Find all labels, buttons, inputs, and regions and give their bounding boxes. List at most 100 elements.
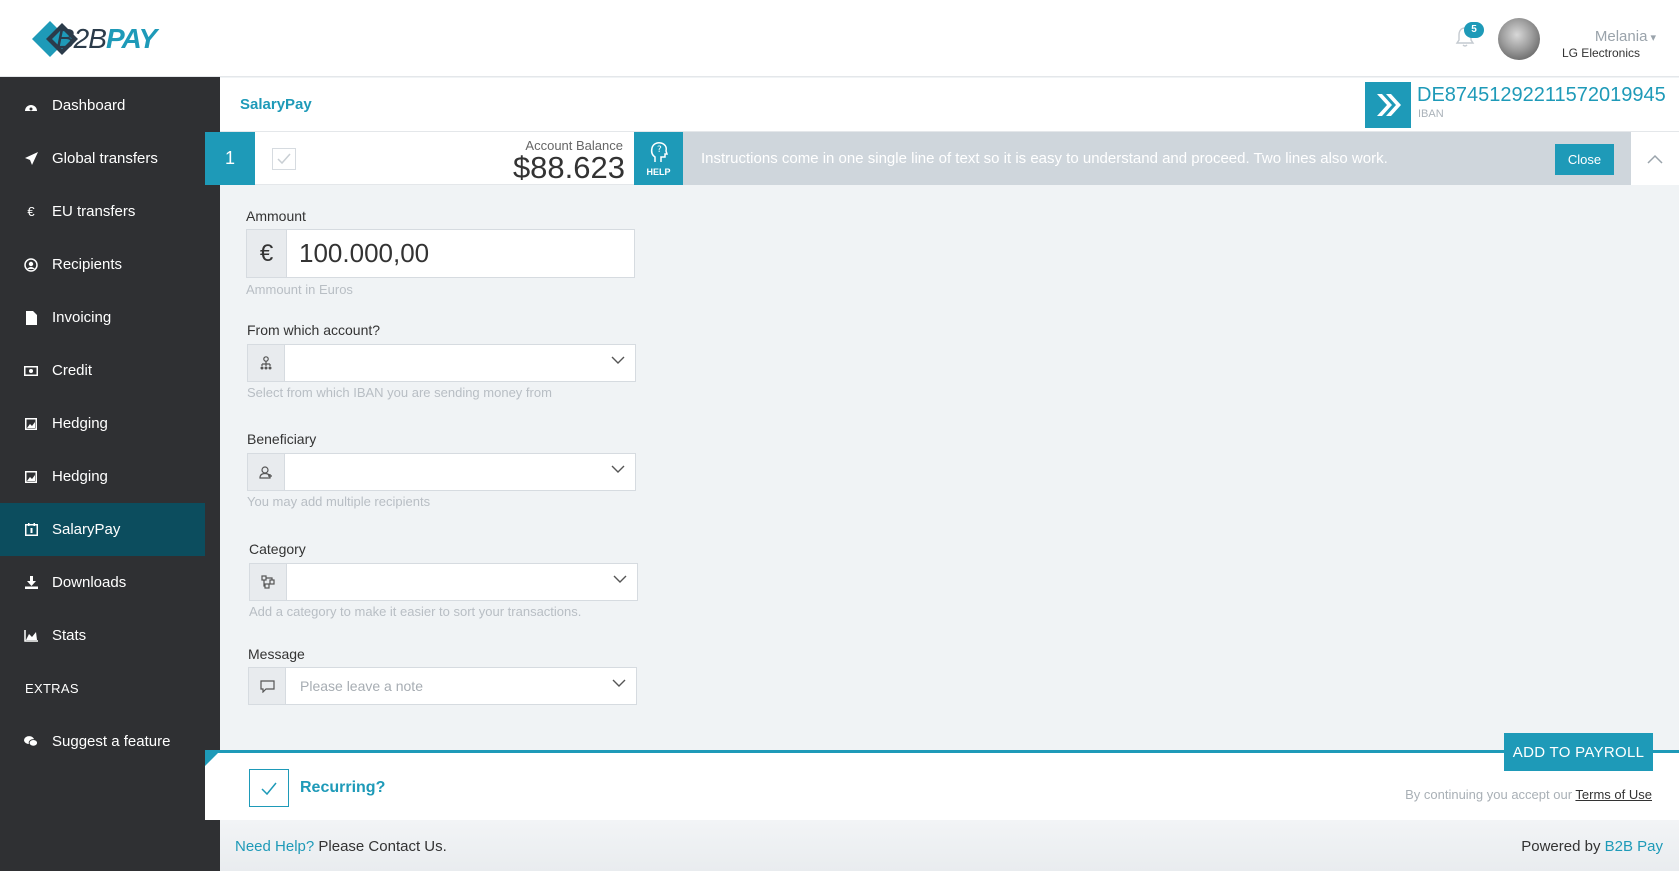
step-strip: 1 Account Balance $88.623 ? HELP Instruc…	[205, 132, 1679, 185]
step-number: 1	[205, 132, 255, 185]
terms-prefix: By continuing you accept our	[1405, 787, 1573, 802]
user-company: LG Electronics	[1561, 46, 1640, 60]
account-select[interactable]	[247, 344, 636, 382]
head-question-icon: ?	[650, 141, 668, 162]
page-bar: SalaryPay DE87451292211572019945 IBAN	[220, 78, 1679, 132]
comment-icon	[249, 668, 286, 704]
category-label: Category	[249, 541, 306, 557]
sidebar-item-label: Global transfers	[52, 150, 158, 167]
sidebar-item-hedging-2[interactable]: Hedging	[0, 450, 205, 503]
iban-number: DE87451292211572019945	[1417, 84, 1666, 106]
chevron-down-icon	[611, 356, 625, 364]
category-help: Add a category to make it easier to sort…	[249, 604, 582, 619]
message-field[interactable]: Please leave a note	[248, 667, 637, 705]
message-placeholder: Please leave a note	[300, 678, 423, 694]
amount-label: Ammount	[246, 208, 306, 224]
image-icon	[24, 417, 38, 431]
user-circle-icon	[24, 257, 38, 272]
beneficiary-label: Beneficiary	[247, 431, 317, 447]
beneficiary-select[interactable]	[247, 453, 636, 491]
footer-help: Need Help? Please Contact Us.	[235, 838, 447, 855]
top-header: B2BPAY 5 Melania LG Electronics	[0, 0, 1679, 77]
sidebar-item-global-transfers[interactable]: Global transfers	[0, 132, 205, 185]
sidebar-item-label: SalaryPay	[52, 521, 121, 538]
footer-powered: Powered by B2B Pay	[1521, 838, 1663, 855]
logo-text: B2BPAY	[56, 23, 157, 54]
chevron-down-icon	[612, 679, 626, 687]
help-button[interactable]: ? HELP	[634, 132, 683, 185]
euro-icon: €	[247, 230, 287, 277]
b2bpay-logo[interactable]: B2BPAY	[28, 10, 198, 68]
account-label: From which account?	[247, 322, 381, 338]
sidebar-item-label: Credit	[52, 362, 93, 379]
sidebar-item-dashboard[interactable]: Dashboard	[0, 79, 205, 132]
calendar-icon	[24, 523, 38, 537]
dashboard-icon	[24, 99, 38, 113]
collapse-toggle[interactable]	[1631, 132, 1679, 185]
sidebar-item-label: EU transfers	[52, 203, 136, 220]
category-select-value[interactable]	[287, 564, 637, 600]
message-input[interactable]: Please leave a note	[286, 668, 636, 704]
need-help-link[interactable]: Need Help?	[235, 838, 314, 855]
sidebar-item-label: Hedging	[52, 415, 108, 432]
chevron-up-icon	[1647, 154, 1663, 164]
image-icon	[24, 470, 38, 484]
terms-link[interactable]: Terms of Use	[1575, 787, 1652, 802]
sidebar-item-downloads[interactable]: Downloads	[0, 556, 205, 609]
contact-text: Please Contact Us.	[318, 838, 447, 855]
area-chart-icon	[24, 629, 38, 643]
money-icon	[24, 364, 38, 378]
recurring-label[interactable]: Recurring?	[300, 779, 385, 797]
instructions-text: Instructions come in one single line of …	[701, 150, 1388, 167]
sidebar-item-invoicing[interactable]: Invoicing	[0, 291, 205, 344]
category-tree-icon	[250, 564, 287, 600]
file-icon	[24, 310, 38, 325]
account-select-value[interactable]	[285, 345, 635, 381]
sidebar-item-label: Hedging	[52, 468, 108, 485]
sidebar-item-suggest-feature[interactable]: Suggest a feature	[0, 715, 205, 768]
chevron-down-icon	[613, 575, 627, 583]
beneficiary-help: You may add multiple recipients	[247, 494, 431, 509]
fold-corner	[205, 752, 219, 766]
sidebar-item-stats[interactable]: Stats	[0, 609, 205, 662]
chevron-down-icon	[611, 465, 625, 473]
sidebar-item-recipients[interactable]: Recipients	[0, 238, 205, 291]
category-select[interactable]	[249, 563, 638, 601]
sidebar: Dashboard Global transfers € EU transfer…	[0, 77, 220, 871]
iban-logo	[1365, 82, 1411, 128]
step-checkbox[interactable]	[272, 148, 296, 170]
sidebar-item-label: Invoicing	[52, 309, 112, 326]
balance-value: $88.623	[512, 150, 625, 185]
user-add-icon	[248, 454, 285, 490]
amount-field: €	[246, 229, 635, 278]
message-label: Message	[248, 646, 305, 662]
user-menu[interactable]: Melania	[1556, 28, 1656, 45]
sidebar-item-label: Dashboard	[52, 97, 126, 114]
instructions-banner: Instructions come in one single line of …	[683, 132, 1631, 185]
sidebar-item-hedging[interactable]: Hedging	[0, 397, 205, 450]
terms-notice: By continuing you accept our Terms of Us…	[1300, 787, 1652, 802]
amount-help: Ammount in Euros	[246, 282, 353, 297]
sidebar-item-eu-transfers[interactable]: € EU transfers	[0, 185, 205, 238]
check-icon	[261, 782, 277, 795]
sidebar-item-salarypay[interactable]: SalaryPay	[0, 503, 205, 556]
plane-icon	[24, 152, 38, 166]
recurring-checkbox[interactable]	[249, 769, 289, 807]
sidebar-item-credit[interactable]: Credit	[0, 344, 205, 397]
avatar[interactable]	[1498, 18, 1540, 60]
download-icon	[24, 576, 38, 590]
sitemap-icon	[248, 345, 285, 381]
euro-icon: €	[27, 204, 35, 219]
help-label: HELP	[646, 166, 671, 177]
close-button[interactable]: Close	[1555, 144, 1614, 175]
sidebar-item-label: Recipients	[52, 256, 123, 273]
sidebar-item-label: Suggest a feature	[52, 733, 171, 750]
amount-input[interactable]	[287, 230, 634, 277]
action-bar	[205, 750, 1679, 820]
page-title: SalaryPay	[240, 96, 312, 113]
svg-text:?: ?	[657, 145, 662, 155]
sidebar-item-label: Downloads	[52, 574, 127, 591]
add-to-payroll-button[interactable]: ADD TO PAYROLL	[1504, 733, 1653, 771]
powered-brand-link[interactable]: B2B Pay	[1605, 838, 1663, 855]
beneficiary-select-value[interactable]	[285, 454, 635, 490]
